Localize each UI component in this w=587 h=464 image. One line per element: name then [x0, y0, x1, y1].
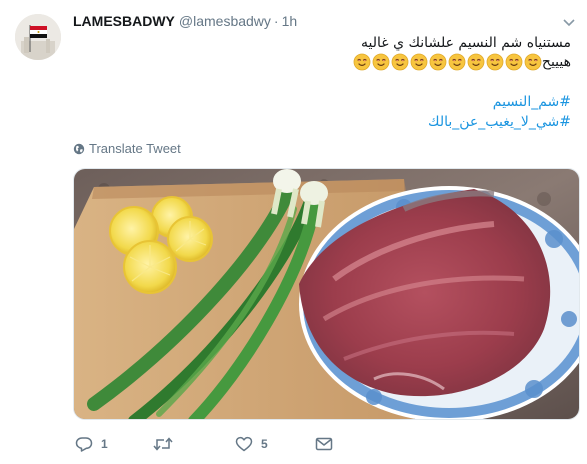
chevron-down-icon[interactable]: [563, 15, 575, 27]
hashtag-link[interactable]: #شي_لا_يغيب_عن_بالك: [428, 112, 571, 132]
smiley-face-icon: [505, 53, 523, 71]
tweet-text-line: مستنياه شم النسيم علشانك ي غاليه: [361, 35, 571, 51]
like-button[interactable]: 5: [235, 434, 268, 454]
photo-image: [74, 169, 579, 419]
translate-label: Translate Tweet: [89, 141, 181, 156]
smiley-face-icon: [372, 53, 390, 71]
tweet-actions: 1 5: [73, 434, 553, 454]
reply-icon: [75, 437, 93, 452]
smiley-face-icon: [410, 53, 428, 71]
envelope-icon: [315, 437, 333, 451]
smiley-face-icon: [486, 53, 504, 71]
smiley-emoji-row: [352, 52, 542, 72]
username[interactable]: @lamesbadwy: [179, 13, 271, 29]
direct-message-button[interactable]: [315, 434, 333, 454]
separator: ·: [273, 13, 279, 29]
hashtag-link[interactable]: #شم_النسيم: [493, 92, 571, 112]
smiley-face-icon: [524, 53, 542, 71]
reply-button[interactable]: 1: [75, 434, 108, 454]
translate-tweet-link[interactable]: Translate Tweet: [73, 141, 181, 157]
avatar[interactable]: [15, 14, 61, 60]
tweet-photo[interactable]: [73, 168, 580, 420]
retweet-icon: [153, 437, 173, 451]
tweet-header: LAMESBADWY @lamesbadwy · 1h: [73, 12, 297, 30]
heart-icon: [235, 436, 253, 452]
smiley-face-icon: [353, 53, 371, 71]
smiley-face-icon: [467, 53, 485, 71]
timestamp[interactable]: 1h: [282, 13, 298, 29]
retweet-button[interactable]: [153, 434, 181, 454]
like-count: 5: [261, 437, 268, 451]
tweet-text-word: هيييح: [541, 54, 571, 70]
tweet-text-line: هيييح: [352, 52, 571, 72]
smiley-face-icon: [429, 53, 447, 71]
display-name[interactable]: LAMESBADWY: [73, 13, 175, 29]
tweet[interactable]: LAMESBADWY @lamesbadwy · 1h مستنياه شم النس…: [0, 0, 587, 464]
smiley-face-icon: [391, 53, 409, 71]
smiley-face-icon: [448, 53, 466, 71]
avatar-flag-icon: [15, 14, 61, 60]
globe-icon: [73, 143, 85, 155]
reply-count: 1: [101, 437, 108, 451]
